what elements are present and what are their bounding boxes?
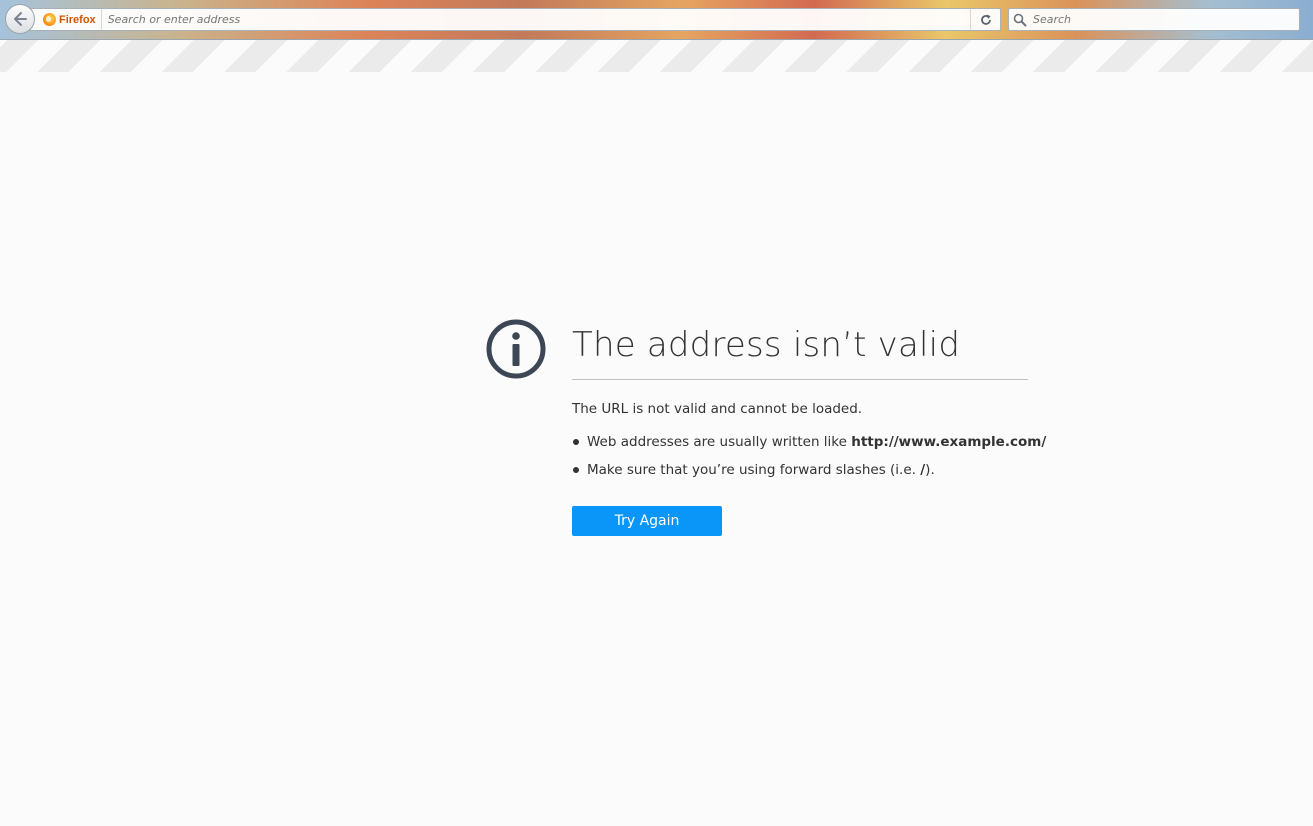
suggestion-text: Web addresses are usually written like [587,434,852,450]
search-icon-container [1009,9,1031,30]
identity-label: Firefox [59,13,96,26]
suggestion-text: Make sure that you’re using forward slas… [587,462,921,478]
search-bar[interactable] [1008,8,1300,31]
identity-box[interactable]: Firefox [31,9,102,30]
search-input[interactable] [1031,8,1299,31]
list-item: Web addresses are usually written like h… [572,434,1046,462]
try-again-button[interactable]: Try Again [572,506,722,536]
error-suggestions-list: Web addresses are usually written like h… [572,434,1046,490]
error-body: The address isn’t valid The URL is not v… [572,318,1046,536]
error-short-description: The URL is not valid and cannot be loade… [572,401,863,417]
suggestion-suffix: ). [925,462,935,478]
url-input[interactable] [101,8,970,31]
example-url: http://www.example.com/ [851,434,1047,450]
firefox-logo-icon [43,13,56,26]
bullet-icon [573,439,579,445]
search-icon [1013,13,1027,26]
back-button[interactable] [5,4,35,34]
bullet-icon [573,467,579,473]
browser-toolbar: Firefox [0,0,1313,40]
list-item: Make sure that you’re using forward slas… [572,462,1028,490]
url-bar[interactable]: Firefox [30,8,1001,31]
reload-icon [980,14,991,25]
striped-banner [0,40,1313,72]
back-arrow-icon [14,12,27,26]
info-icon [486,319,546,379]
reload-button[interactable] [970,9,1000,30]
error-title: The address isn’t valid [572,318,1028,380]
